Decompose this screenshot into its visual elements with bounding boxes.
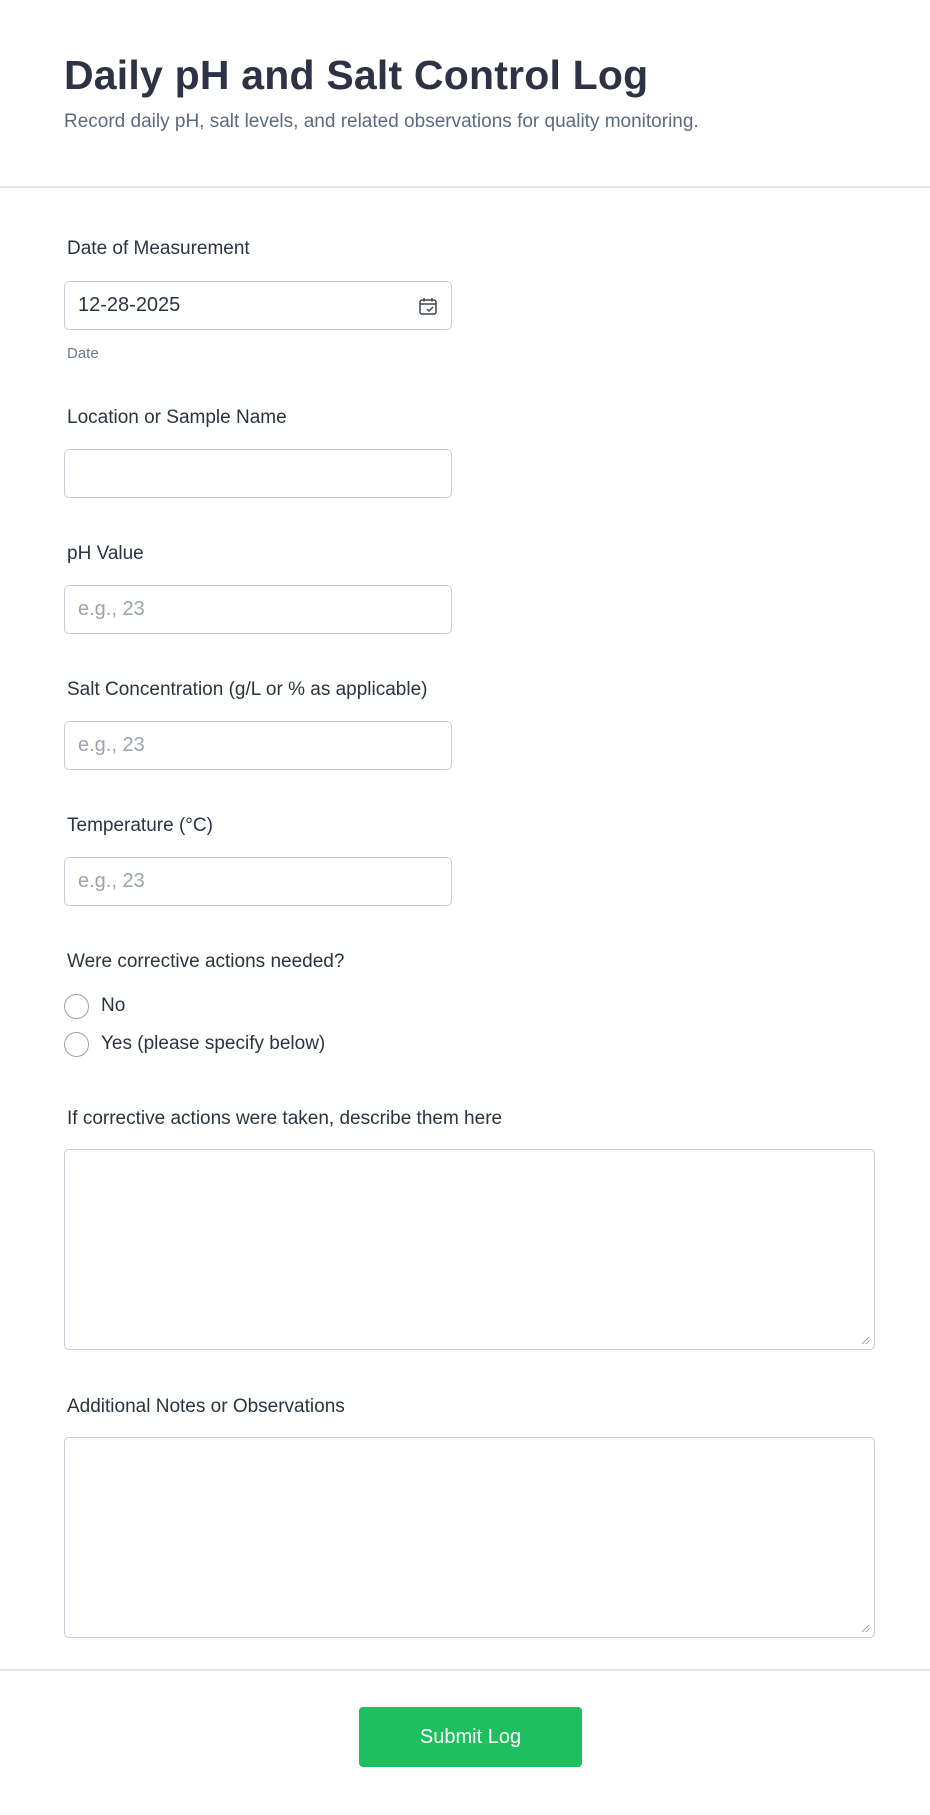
ph-input[interactable]: e.g., 23 bbox=[64, 585, 452, 634]
footer-divider bbox=[0, 1669, 930, 1671]
notes-label: Additional Notes or Observations bbox=[67, 1396, 345, 1417]
radio-label-no: No bbox=[101, 995, 126, 1016]
form-header: Daily pH and Salt Control Log Record dai… bbox=[0, 0, 930, 188]
radio-option-yes[interactable]: Yes (please specify below) bbox=[64, 1031, 325, 1057]
date-input[interactable]: 12-28-2025 bbox=[64, 281, 452, 330]
calendar-icon[interactable] bbox=[418, 296, 438, 316]
radio-button-no[interactable] bbox=[64, 993, 89, 1019]
salt-label: Salt Concentration (g/L or % as applicab… bbox=[67, 679, 428, 700]
corrective-details-label: If corrective actions were taken, descri… bbox=[67, 1108, 503, 1129]
date-label: Date of Measurement bbox=[67, 238, 250, 259]
ph-placeholder: e.g., 23 bbox=[78, 598, 145, 620]
temperature-placeholder: e.g., 23 bbox=[78, 870, 145, 892]
location-label: Location or Sample Name bbox=[67, 407, 287, 428]
date-helper-text: Date bbox=[67, 345, 99, 362]
corrective-details-textarea[interactable] bbox=[64, 1149, 875, 1350]
radio-label-yes: Yes (please specify below) bbox=[101, 1033, 326, 1054]
resize-grip-icon[interactable] bbox=[860, 1335, 870, 1345]
page-subtitle: Record daily pH, salt levels, and relate… bbox=[64, 111, 699, 132]
submit-button[interactable]: Submit Log bbox=[359, 1707, 582, 1767]
corrective-label: Were corrective actions needed? bbox=[67, 951, 345, 972]
date-value: 12-28-2025 bbox=[78, 294, 181, 316]
salt-input[interactable]: e.g., 23 bbox=[64, 721, 452, 770]
resize-grip-icon[interactable] bbox=[860, 1623, 870, 1633]
radio-button-yes[interactable] bbox=[64, 1031, 89, 1057]
location-input[interactable] bbox=[64, 449, 452, 498]
salt-placeholder: e.g., 23 bbox=[78, 734, 145, 756]
temperature-label: Temperature (°C) bbox=[67, 815, 213, 836]
notes-textarea[interactable] bbox=[64, 1437, 875, 1638]
page-title: Daily pH and Salt Control Log bbox=[64, 52, 649, 98]
radio-option-no[interactable]: No bbox=[64, 993, 125, 1019]
temperature-input[interactable]: e.g., 23 bbox=[64, 857, 452, 906]
ph-label: pH Value bbox=[67, 543, 144, 564]
